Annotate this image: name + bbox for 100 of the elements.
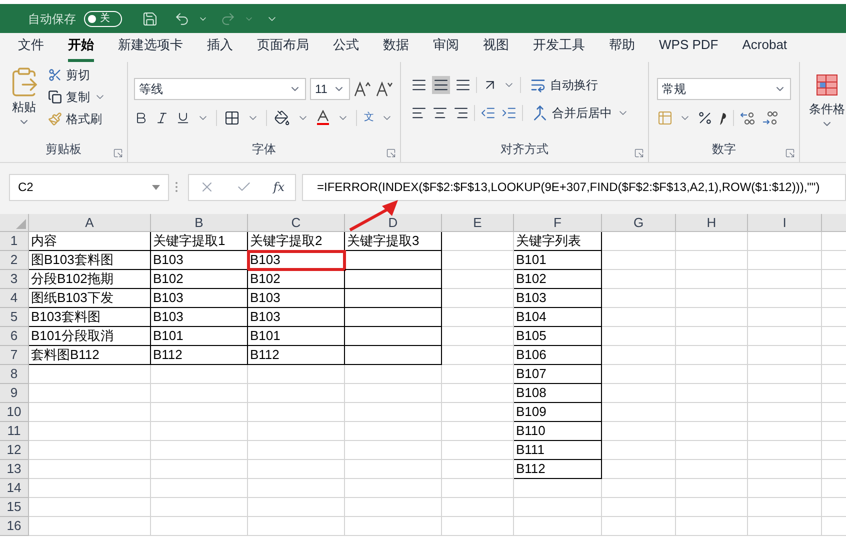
column-header[interactable]: F — [514, 214, 602, 231]
row-header[interactable]: 16 — [0, 517, 29, 536]
table-cell: B107 — [514, 365, 602, 384]
row-header[interactable]: 4 — [0, 289, 29, 308]
column-header[interactable]: H — [676, 214, 748, 231]
font-name-field[interactable]: 等线 — [134, 78, 306, 100]
fill-color-icon[interactable] — [274, 110, 290, 126]
row-header[interactable]: 11 — [0, 422, 29, 441]
formula-field[interactable]: =IFERROR(INDEX($F$2:$F$13,LOOKUP(9E+307,FIND($F$2:$F$13,A2,1),ROW($1:$12))),"") — [302, 174, 846, 200]
table-cell — [676, 517, 748, 536]
table-cell: B112 — [514, 460, 602, 479]
table-cell: B111 — [514, 441, 602, 460]
ribbon-tab[interactable]: 页面布局 — [257, 34, 309, 62]
row-header[interactable]: 1 — [0, 232, 29, 251]
copy-button[interactable]: 复制 — [48, 88, 90, 106]
table-cell — [676, 498, 748, 517]
ribbon-tab[interactable]: 新建选项卡 — [118, 34, 183, 62]
row-header[interactable]: 13 — [0, 460, 29, 479]
table-cell: B110 — [514, 422, 602, 441]
increase-font-icon[interactable] — [354, 81, 372, 97]
row-header[interactable]: 10 — [0, 403, 29, 422]
table-cell: B103 — [151, 289, 248, 308]
merge-center-button[interactable]: 合并后居中 — [532, 104, 612, 122]
borders-icon[interactable] — [224, 110, 240, 126]
table-cell: B108 — [514, 384, 602, 403]
decrease-indent-icon[interactable] — [480, 105, 496, 121]
table-cell: B103 — [151, 308, 248, 327]
number-format-field[interactable]: 常规 — [657, 78, 791, 100]
dialog-launcher-icon[interactable] — [113, 148, 123, 158]
table-cell: 关键字列表 — [514, 232, 602, 251]
row-header[interactable]: 8 — [0, 365, 29, 384]
ribbon-tab[interactable]: 开发工具 — [533, 34, 585, 62]
table-cell — [676, 384, 748, 403]
bold-icon[interactable] — [134, 111, 148, 125]
dialog-launcher-icon[interactable] — [785, 148, 795, 158]
column-header[interactable]: B — [151, 214, 248, 231]
insert-function-button[interactable]: fx — [273, 178, 285, 196]
column-header[interactable]: A — [29, 214, 151, 231]
decrease-decimal-icon[interactable] — [762, 110, 778, 126]
align-center-icon[interactable] — [432, 105, 448, 121]
phonetic-guide-button[interactable]: 文 — [364, 113, 374, 123]
row-header[interactable]: 14 — [0, 479, 29, 498]
ribbon-tab[interactable]: 插入 — [207, 34, 233, 62]
ribbon-tab[interactable]: WPS PDF — [659, 34, 718, 62]
ribbon-tab[interactable]: 审阅 — [433, 34, 459, 62]
row-header[interactable]: 12 — [0, 441, 29, 460]
font-size-field[interactable]: 11 — [310, 78, 350, 100]
undo-icon[interactable] — [174, 10, 190, 26]
table-cell: B112 — [248, 346, 345, 365]
dialog-launcher-icon[interactable] — [634, 148, 644, 158]
table-cell — [676, 327, 748, 346]
ribbon-tab[interactable]: 文件 — [18, 34, 44, 62]
paste-button[interactable]: 粘贴 — [8, 66, 40, 128]
increase-decimal-icon[interactable] — [740, 110, 756, 126]
table-cell: 关键字提取2 — [248, 232, 345, 251]
conditional-format-button[interactable]: 条件格 — [809, 74, 845, 130]
underline-icon[interactable] — [176, 111, 190, 125]
ribbon-tab[interactable]: Acrobat — [742, 34, 788, 62]
row-header[interactable]: 6 — [0, 327, 29, 346]
copy-icon — [48, 90, 62, 104]
wrap-text-button[interactable]: 自动换行 — [530, 76, 598, 94]
decrease-font-icon[interactable] — [376, 81, 394, 97]
italic-icon[interactable] — [155, 111, 169, 125]
increase-indent-icon[interactable] — [501, 105, 517, 121]
column-header[interactable]: G — [602, 214, 676, 231]
ribbon-tab[interactable]: 帮助 — [609, 34, 635, 62]
dialog-launcher-icon[interactable] — [386, 148, 396, 158]
percent-icon[interactable] — [697, 110, 713, 126]
column-header[interactable]: C — [248, 214, 345, 231]
row-header[interactable]: 5 — [0, 308, 29, 327]
align-left-icon[interactable] — [411, 105, 427, 121]
table-cell: 内容 — [29, 232, 151, 251]
column-header[interactable]: I — [748, 214, 822, 231]
table-cell: B101分段取消 — [29, 327, 151, 346]
top-align-icon[interactable] — [411, 77, 427, 93]
align-right-icon[interactable] — [453, 105, 469, 121]
autosave-toggle[interactable]: 关 — [84, 10, 122, 26]
cut-button[interactable]: 剪切 — [48, 66, 106, 84]
row-header[interactable]: 3 — [0, 270, 29, 289]
table-cell — [676, 251, 748, 270]
column-header[interactable]: E — [442, 214, 514, 231]
bottom-align-icon[interactable] — [455, 77, 471, 93]
comma-icon[interactable] — [719, 111, 727, 125]
table-cell: B103 — [151, 251, 248, 270]
row-header[interactable]: 2 — [0, 251, 29, 270]
save-icon[interactable] — [142, 10, 158, 26]
table-cell: B103 — [248, 308, 345, 327]
row-header[interactable]: 9 — [0, 384, 29, 403]
table-cell: B102 — [248, 270, 345, 289]
group-title: 数字 — [712, 141, 736, 158]
row-header[interactable]: 15 — [0, 498, 29, 517]
ribbon-tab[interactable]: 公式 — [333, 34, 359, 62]
middle-align-icon[interactable] — [433, 77, 449, 93]
name-box[interactable]: C2 — [9, 174, 169, 200]
format-painter-button[interactable]: 格式刷 — [48, 110, 106, 128]
ribbon-tab[interactable]: 视图 — [483, 34, 509, 62]
drag-handle-icon[interactable] — [175, 181, 178, 193]
row-header[interactable]: 7 — [0, 346, 29, 365]
ribbon-tab[interactable]: 数据 — [383, 34, 409, 62]
font-color-icon[interactable] — [316, 110, 330, 126]
